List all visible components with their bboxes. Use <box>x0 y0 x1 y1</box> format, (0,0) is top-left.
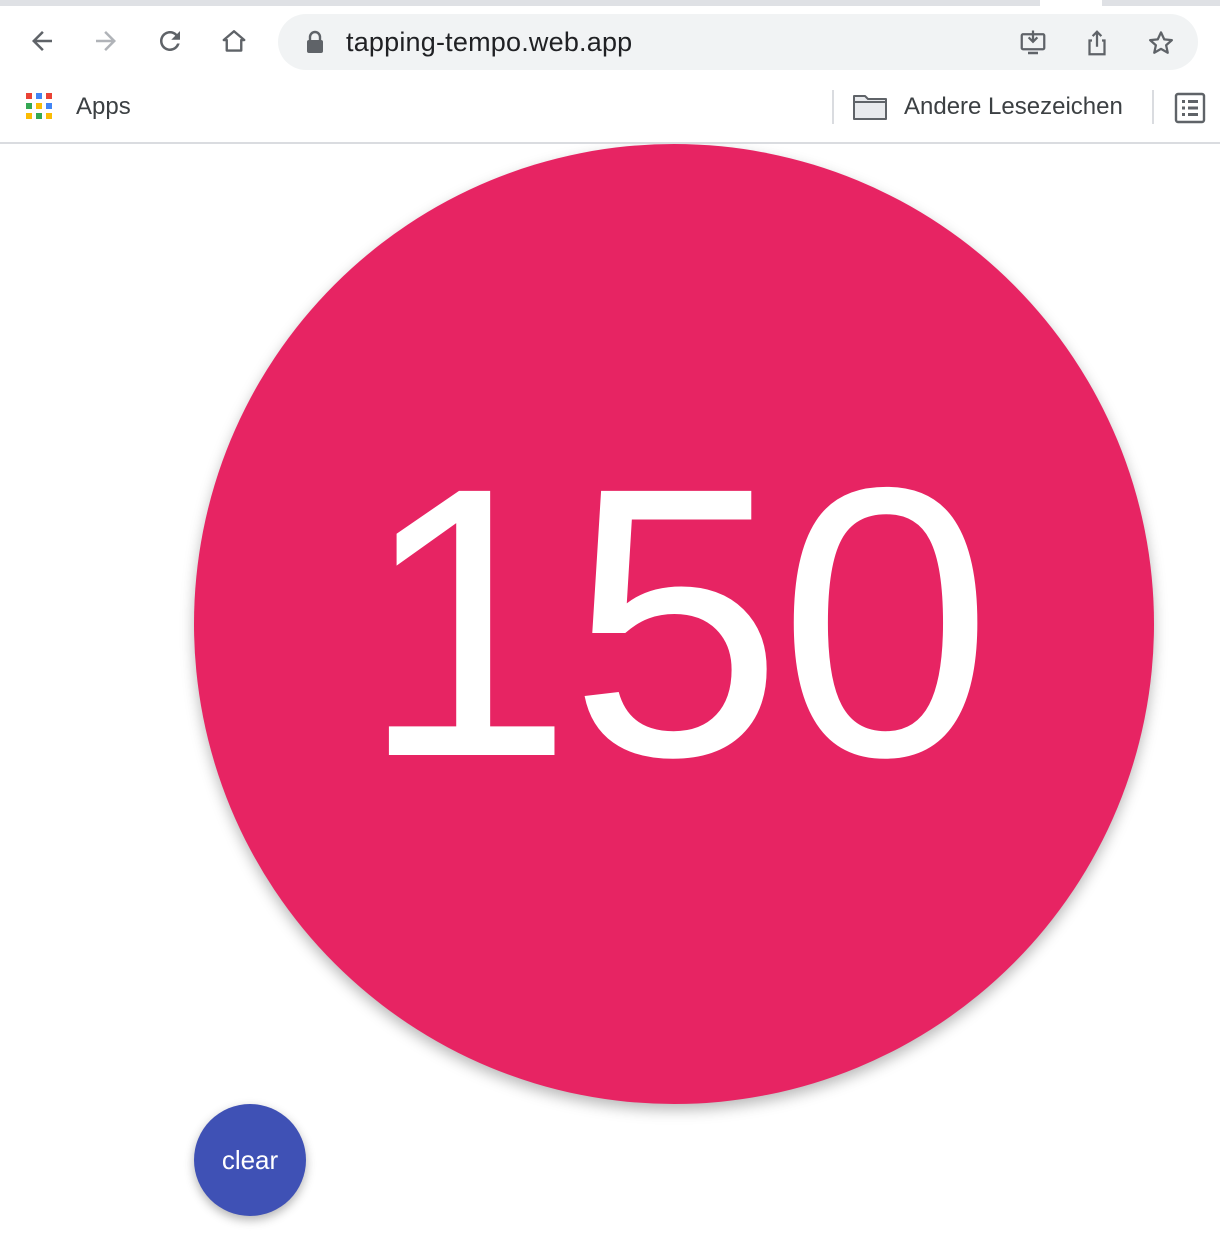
install-app-button[interactable] <box>1016 26 1050 60</box>
browser-chrome: tapping-tempo.web.app Apps Andere Leseze… <box>0 0 1220 144</box>
other-bookmarks-label: Andere Lesezeichen <box>904 93 1123 120</box>
reload-button[interactable] <box>148 19 192 63</box>
share-button[interactable] <box>1080 26 1114 60</box>
bookmark-star-button[interactable] <box>1144 26 1178 60</box>
address-bar[interactable]: tapping-tempo.web.app <box>278 14 1198 70</box>
other-bookmarks-folder[interactable]: Andere Lesezeichen <box>852 90 1123 124</box>
tap-tempo-button[interactable]: 150 <box>194 144 1154 1104</box>
arrow-right-icon <box>96 31 116 51</box>
home-button[interactable] <box>212 19 256 63</box>
browser-toolbar: tapping-tempo.web.app <box>0 6 1220 74</box>
home-icon <box>222 30 246 52</box>
share-icon <box>1088 30 1106 56</box>
back-button[interactable] <box>20 19 64 63</box>
reading-list-icon[interactable] <box>1174 92 1206 124</box>
page-content: 150 clear <box>0 144 1220 1254</box>
apps-grid-icon <box>26 93 54 121</box>
apps-shortcut[interactable]: Apps <box>26 90 131 124</box>
arrow-left-icon <box>32 31 52 51</box>
bookmarks-bar: Apps Andere Lesezeichen <box>0 74 1220 142</box>
forward-button[interactable] <box>84 19 128 63</box>
clear-button[interactable]: clear <box>194 1104 306 1216</box>
bookmarks-separator <box>1152 90 1154 124</box>
reload-icon <box>160 31 180 51</box>
install-app-icon <box>1020 30 1046 55</box>
bookmarks-separator <box>832 90 834 124</box>
url-text[interactable]: tapping-tempo.web.app <box>346 27 632 58</box>
apps-label: Apps <box>76 93 131 120</box>
folder-icon <box>853 95 887 120</box>
lock-icon[interactable] <box>304 30 326 54</box>
tempo-value: 150 <box>359 408 993 837</box>
star-icon <box>1149 31 1173 54</box>
